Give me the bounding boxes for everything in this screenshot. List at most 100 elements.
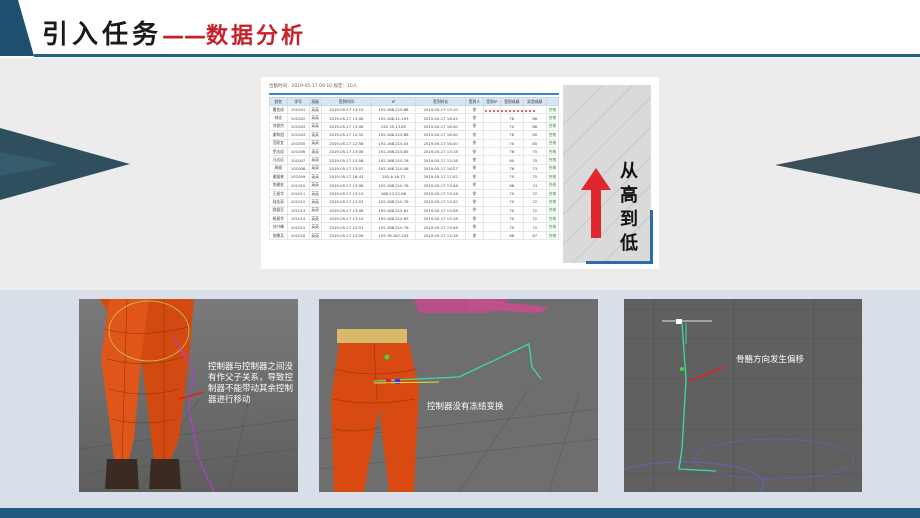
table-cell: 2019-05-17 13:08 xyxy=(320,205,372,216)
rig-screenshot-3: 骨骼方向发生偏移 xyxy=(624,299,862,492)
table-cell: 2019-05-17 13:18 xyxy=(415,188,467,199)
table-cell xyxy=(482,205,501,216)
table-row: 李建宏 101010 英英 2019-05-17 13:08 192.168.210.7… xyxy=(269,180,560,190)
table-cell xyxy=(482,222,501,232)
table-cell: 2019-05-17 13:18 xyxy=(415,146,467,157)
table-header-cell: 签到IP xyxy=(482,97,501,106)
table-cell: 76 xyxy=(499,163,524,174)
table-cell xyxy=(482,214,501,224)
table-cell: 合格 xyxy=(545,121,560,132)
table-cell: 合格 xyxy=(545,146,560,157)
table-header-cell: 签到人 xyxy=(465,97,484,106)
table-cell: 72 xyxy=(522,205,547,216)
table-row: 谢展林 101009 英英 2019-05-17 16:43 192.6.16.73 20… xyxy=(269,172,560,182)
table-cell: 2019-05-17 16:27 xyxy=(415,163,467,174)
rig-hips-image-2 xyxy=(319,299,598,492)
table-cell: 合格 xyxy=(545,130,560,140)
table-cell: 2019-05-17 12:51 xyxy=(320,222,372,232)
table-cell xyxy=(482,197,501,207)
caption-freeze-transform: 控制器没有冻结变换 xyxy=(427,402,504,412)
table-cell: 徐 xyxy=(465,205,484,216)
table-cell: 英英 xyxy=(308,130,322,140)
table-cell: 合格 xyxy=(545,113,560,123)
table-cell: 75 xyxy=(522,155,547,165)
table-row: 马志远 101007 英英 2019-05-17 12:58 192.168.210.7… xyxy=(269,155,560,165)
left-arrow-decoration xyxy=(0,128,130,200)
table-cell: 英英 xyxy=(308,121,322,132)
table-cell: 188.23.21.66 xyxy=(370,188,417,199)
table-cell: 2019-05-17 13:08 xyxy=(320,121,372,132)
table-cell: 2019-05-17 17:03 xyxy=(320,197,372,207)
table-cell: 英英 xyxy=(308,180,322,190)
table-header-cell: 签到时间 xyxy=(320,97,372,106)
table-cell: 合格 xyxy=(545,197,560,207)
table-cell: 85 xyxy=(522,138,547,148)
table-cell: 192.168.210.58 xyxy=(370,163,417,174)
table-cell xyxy=(482,146,501,157)
sort-char-4: 低 xyxy=(620,233,638,254)
table-cell: 101015 xyxy=(286,222,310,232)
table-header-cell: 实验成绩 xyxy=(522,97,547,106)
table-cell: 英英 xyxy=(308,146,322,157)
table-row: 谢和祖 101004 英英 2019-05-17 12:52 192.168.210.6… xyxy=(269,130,560,140)
table-cell: 2019-05-17 13:20 xyxy=(415,197,467,207)
table-cell: 合格 xyxy=(545,172,560,182)
table-header-cell: 班级 xyxy=(308,97,322,106)
table-cell: 罗志成 xyxy=(269,146,288,157)
table-cell: 66 xyxy=(499,230,524,241)
table-cell: 192.168.210.61 xyxy=(370,205,417,216)
table-header-cell: IP xyxy=(370,97,417,106)
table-cell xyxy=(482,172,501,182)
table-cell xyxy=(482,230,501,241)
table-header-rule xyxy=(269,93,559,95)
table-row: 王振华 101011 英英 2019-05-17 13:10 188.23.21.66 2… xyxy=(269,188,560,199)
table-cell: 67 xyxy=(522,230,547,241)
table-cell: 徐 xyxy=(465,222,484,232)
table-cell: 范欧宜 xyxy=(269,138,288,148)
table-cell: 英英 xyxy=(308,172,322,182)
table-cell: 80 xyxy=(522,130,547,140)
sort-char-2: 高 xyxy=(620,185,638,206)
table-row: 陆佳豪 101012 英英 2019-05-17 17:03 192.168.210.7… xyxy=(269,197,560,207)
table-cell: 李建宏 xyxy=(269,180,288,190)
table-cell: 192.168.210.54 xyxy=(370,138,417,148)
table-cell: 英英 xyxy=(308,197,322,207)
table-cell: 马志远 xyxy=(269,155,288,165)
table-cell: 王振华 xyxy=(269,188,288,199)
table-cell: 70 xyxy=(499,205,524,216)
table-cell: 101016 xyxy=(286,230,310,241)
table-cell: 70 xyxy=(499,188,524,199)
table-cell: 86 xyxy=(522,113,547,123)
table-cell: 192.6.16.73 xyxy=(370,172,417,182)
table-cell: 192.168.210.76 xyxy=(370,222,417,232)
red-dashed-marker xyxy=(485,110,537,112)
table-cell: 徐 xyxy=(465,113,484,123)
table-header-cell xyxy=(545,97,560,106)
table-cell: 英英 xyxy=(308,155,322,165)
table-cell: 2019-05-17 13:08 xyxy=(320,180,372,190)
table-row: 罗志成 101006 英英 2019-05-17 13:08 192.168.210.8… xyxy=(269,146,560,157)
table-cell: 75 xyxy=(522,172,547,182)
table-cell: 徐 xyxy=(465,138,484,148)
table-cell: 192.168.210.88 xyxy=(370,104,417,115)
right-arrow-decoration xyxy=(775,136,920,194)
table-cell: 101010 xyxy=(286,180,310,190)
table-cell: 曹金成 xyxy=(269,104,288,115)
table-cell: 徐 xyxy=(465,155,484,165)
table-cell: 合格 xyxy=(545,188,560,199)
table-cell: 70 xyxy=(499,138,524,148)
title-dash: —— xyxy=(162,24,207,49)
table-cell: 合格 xyxy=(545,230,560,241)
table-cell: 2019-05-17 13:10 xyxy=(320,214,372,224)
table-cell: 英英 xyxy=(308,113,322,123)
table-cell: 66 xyxy=(499,180,524,190)
table-cell: 73 xyxy=(522,163,547,174)
table-cell: 英英 xyxy=(308,230,322,241)
table-cell: 2019-05-17 17:02 xyxy=(415,172,467,182)
table-cell: 192.168.41.193 xyxy=(370,113,417,123)
table-cell: 2019-05-17 16:40 xyxy=(415,121,467,132)
table-cell: 徐 xyxy=(465,104,484,115)
table-body: 曹金成 101001 英英 2019-05-17 13:10 192.168.210.8… xyxy=(269,104,560,241)
table-cell: 2019-05-17 13:18 xyxy=(415,214,467,224)
table-cell: 101005 xyxy=(286,138,310,148)
